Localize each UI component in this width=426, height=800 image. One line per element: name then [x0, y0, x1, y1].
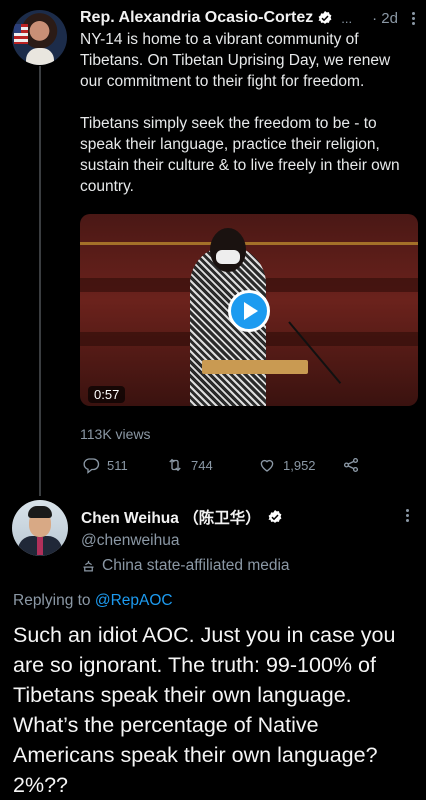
tweet-header: Rep. Alexandria Ocasio-Cortez ... · 2d: [80, 8, 416, 28]
retweet-count: 744: [191, 457, 213, 473]
like-icon: [260, 459, 274, 472]
podium: [202, 360, 308, 374]
view-count: 113K views: [80, 426, 151, 442]
reply-author-name-row: Chen Weihua （陈卫华）: [81, 506, 283, 528]
like-count: 1,952: [283, 457, 316, 473]
reply-button[interactable]: 511: [82, 456, 128, 474]
state-media-icon: [83, 560, 94, 571]
play-icon[interactable]: [228, 290, 270, 332]
replying-to-label: Replying to: [13, 592, 91, 609]
more-options-icon[interactable]: [410, 11, 416, 25]
tweet-text: NY-14 is home to a vibrant community of …: [80, 29, 416, 197]
reply-author-avatar[interactable]: [12, 500, 68, 556]
replying-to: Replying to @RepAOC: [13, 592, 173, 610]
thread-connector-line: [39, 66, 41, 496]
verified-badge-icon: [268, 510, 282, 523]
reply-author-handle[interactable]: @chenweihua: [81, 532, 179, 550]
tweet-timestamp[interactable]: · 2d: [372, 10, 398, 27]
author-avatar[interactable]: [12, 10, 67, 65]
video-player[interactable]: 0:57: [80, 214, 418, 406]
name-truncation: ...: [341, 10, 353, 26]
like-button[interactable]: 1,952: [258, 456, 316, 474]
reply-count: 511: [107, 457, 128, 473]
video-duration: 0:57: [88, 386, 126, 403]
verified-badge-icon: [318, 11, 332, 24]
replying-to-mention[interactable]: @RepAOC: [95, 592, 173, 609]
reply-icon: [83, 458, 100, 474]
more-options-icon[interactable]: [404, 509, 410, 522]
share-button[interactable]: [342, 456, 360, 474]
author-name[interactable]: Rep. Alexandria Ocasio-Cortez: [80, 9, 313, 27]
share-icon: [343, 457, 359, 473]
state-media-label[interactable]: China state-affiliated media: [81, 557, 290, 575]
reply-author-name[interactable]: Chen Weihua （陈卫华）: [81, 506, 261, 528]
reply-tweet-text: Such an idiot AOC. Just you in case you …: [13, 623, 396, 797]
state-media-text: China state-affiliated media: [102, 557, 290, 574]
tweet-actions: 511 744 1,952: [80, 456, 380, 478]
flag-image: [14, 24, 28, 44]
tweet-paragraph: NY-14 is home to a vibrant community of …: [80, 31, 391, 90]
retweet-icon: [169, 458, 181, 472]
tweet-paragraph: Tibetans simply seek the freedom to be -…: [80, 115, 400, 195]
retweet-button[interactable]: 744: [166, 456, 213, 474]
